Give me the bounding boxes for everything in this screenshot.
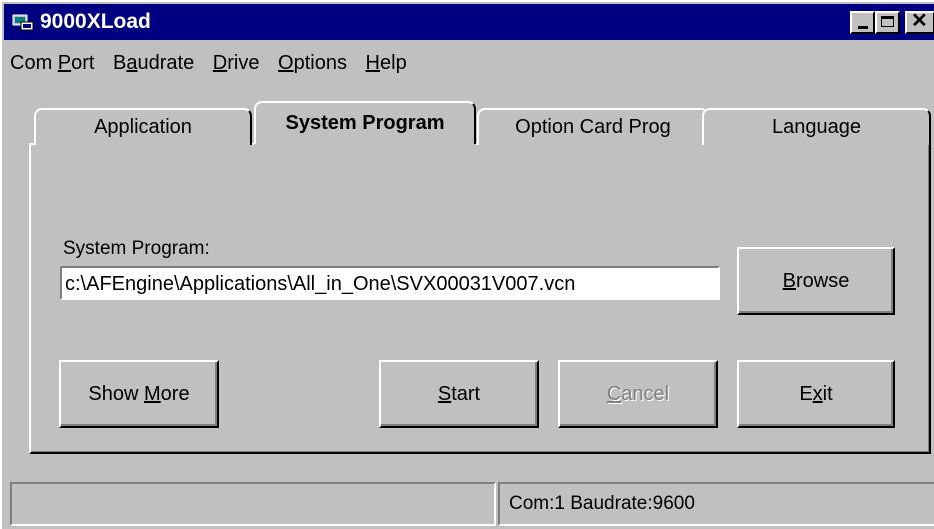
exit-button[interactable]: Exit: [737, 360, 895, 428]
app-icon[interactable]: [12, 13, 34, 31]
main-window: 9000XLoad ✕ Com Port Baudrate Drive Opti…: [0, 0, 934, 529]
show-more-button[interactable]: Show More: [59, 360, 219, 428]
tab-system-program[interactable]: System Program: [254, 101, 476, 148]
status-bar-connection: Com:1 Baudrate:9600: [498, 482, 934, 526]
minimize-button[interactable]: [850, 11, 875, 34]
menu-baudrate[interactable]: Baudrate: [113, 52, 194, 75]
tab-option-card-prog[interactable]: Option Card Prog: [477, 108, 709, 145]
start-button[interactable]: Start: [379, 360, 539, 428]
minimize-icon: [858, 26, 868, 29]
close-button[interactable]: ✕: [905, 11, 934, 34]
menu-com-port[interactable]: Com Port: [10, 52, 94, 75]
browse-button[interactable]: Browse: [737, 247, 895, 315]
system-program-label: System Program:: [63, 238, 210, 259]
window-title: 9000XLoad: [40, 10, 151, 33]
cancel-button[interactable]: Cancel: [558, 360, 718, 428]
close-icon: ✕: [911, 10, 928, 32]
menu-drive[interactable]: Drive: [213, 52, 260, 75]
title-bar[interactable]: 9000XLoad ✕: [4, 4, 934, 40]
maximize-button[interactable]: [875, 11, 900, 34]
menu-bar: Com Port Baudrate Drive Options Help: [10, 52, 420, 82]
maximize-icon: [881, 16, 894, 27]
tab-language[interactable]: Language: [702, 108, 931, 145]
tab-application[interactable]: Application: [34, 108, 252, 145]
system-program-path-field[interactable]: c:\AFEngine\Applications\All_in_One\SVX0…: [60, 266, 720, 300]
menu-help[interactable]: Help: [366, 52, 407, 75]
status-bar-left-pane: [10, 482, 496, 526]
menu-options[interactable]: Options: [278, 52, 347, 75]
